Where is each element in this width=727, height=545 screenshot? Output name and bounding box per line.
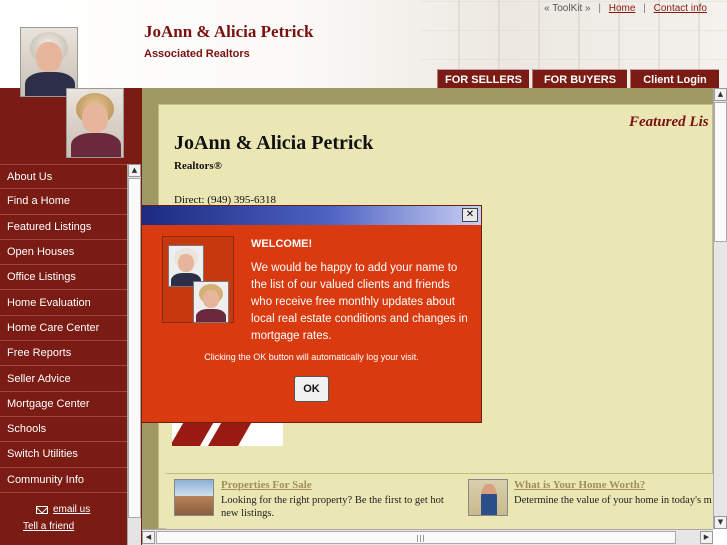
home-worth-photo[interactable]	[468, 479, 508, 516]
featured-listings-heading: Featured Lis	[629, 114, 709, 130]
sidebar-item-seller-advice[interactable]: Seller Advice	[0, 366, 127, 392]
scroll-up-arrow-icon[interactable]: ▲	[128, 164, 141, 177]
promo-text: Looking for the right property? Be the f…	[221, 495, 444, 519]
home-worth-link[interactable]: What is Your Home Worth?	[514, 479, 645, 491]
sidebar-item-home-evaluation[interactable]: Home Evaluation	[0, 290, 127, 316]
page-title: JoAnn & Alicia Petrick	[174, 132, 374, 154]
separator: |	[643, 3, 646, 14]
tell-a-friend-link[interactable]: Tell a friend	[23, 521, 74, 532]
scroll-thumb[interactable]	[128, 178, 141, 518]
dialog-note: Clicking the OK button will automaticall…	[204, 352, 419, 362]
sidebar-item-office-listings[interactable]: Office Listings	[0, 265, 127, 291]
toolkit-link[interactable]: « ToolKit »	[544, 3, 591, 14]
site-subtitle: Associated Realtors	[144, 48, 250, 60]
site-title: JoAnn & Alicia Petrick	[144, 22, 314, 41]
dialog-titlebar: ✕	[142, 206, 481, 225]
agent-photo-alicia	[66, 88, 124, 158]
vertical-scrollbar[interactable]: ▲ ▼	[713, 88, 727, 529]
email-us-label: email us	[53, 504, 91, 515]
sidebar-item-schools[interactable]: Schools	[0, 417, 127, 443]
page-header: « ToolKit » | Home | Contact info JoAnn …	[0, 0, 727, 89]
dialog-message: We would be happy to add your name to th…	[251, 262, 468, 342]
sidebar-item-find-a-home[interactable]: Find a Home	[0, 189, 127, 215]
email-us-link[interactable]: email us	[36, 504, 90, 515]
scroll-thumb[interactable]	[156, 531, 676, 544]
tab-client-login[interactable]: Client Login	[630, 69, 719, 89]
dialog-agent-photos	[162, 236, 234, 323]
sidebar-item-switch-utilities[interactable]: Switch Utilities	[0, 442, 127, 468]
promo-text: Determine the value of your home in toda…	[514, 495, 712, 506]
sidebar-item-about-us[interactable]: About Us	[0, 164, 127, 190]
home-link[interactable]: Home	[609, 3, 636, 14]
ok-button[interactable]: OK	[294, 376, 329, 402]
contact-info-link[interactable]: Contact info	[654, 3, 707, 14]
sidebar-nav-list: About Us Find a Home Featured Listings O…	[0, 164, 127, 493]
dialog-heading: WELCOME!	[251, 238, 313, 250]
scroll-right-arrow-icon[interactable]: ▶	[700, 531, 713, 544]
scroll-thumb[interactable]	[714, 102, 727, 242]
horizontal-scrollbar[interactable]: ◀ ▶	[142, 529, 713, 545]
agent-photo-joann	[20, 27, 78, 97]
envelope-icon	[36, 505, 48, 514]
scroll-left-arrow-icon[interactable]: ◀	[142, 531, 155, 544]
sidebar-item-mortgage-center[interactable]: Mortgage Center	[0, 392, 127, 417]
properties-for-sale-link[interactable]: Properties For Sale	[221, 479, 312, 491]
sidebar-item-community-info[interactable]: Community Info	[0, 468, 127, 493]
scroll-down-arrow-icon[interactable]: ▼	[714, 516, 727, 529]
scroll-up-arrow-icon[interactable]: ▲	[714, 88, 727, 101]
house-photo[interactable]	[174, 479, 214, 516]
tab-for-buyers[interactable]: FOR BUYERS	[532, 69, 627, 89]
close-icon[interactable]: ✕	[462, 208, 478, 222]
top-links: « ToolKit » | Home | Contact info	[544, 3, 707, 14]
sidebar-item-featured-listings[interactable]: Featured Listings	[0, 215, 127, 240]
sidebar-item-open-houses[interactable]: Open Houses	[0, 240, 127, 266]
page-subtitle: Realtors®	[174, 160, 222, 172]
tab-for-sellers[interactable]: FOR SELLERS	[437, 69, 529, 89]
separator: |	[598, 3, 601, 14]
sidebar-item-free-reports[interactable]: Free Reports	[0, 341, 127, 367]
sidebar-scrollbar[interactable]: ▲	[127, 164, 141, 545]
welcome-dialog: ✕ WELCOME! We would be happy to add your…	[141, 205, 482, 423]
sidebar-item-home-care-center[interactable]: Home Care Center	[0, 316, 127, 342]
